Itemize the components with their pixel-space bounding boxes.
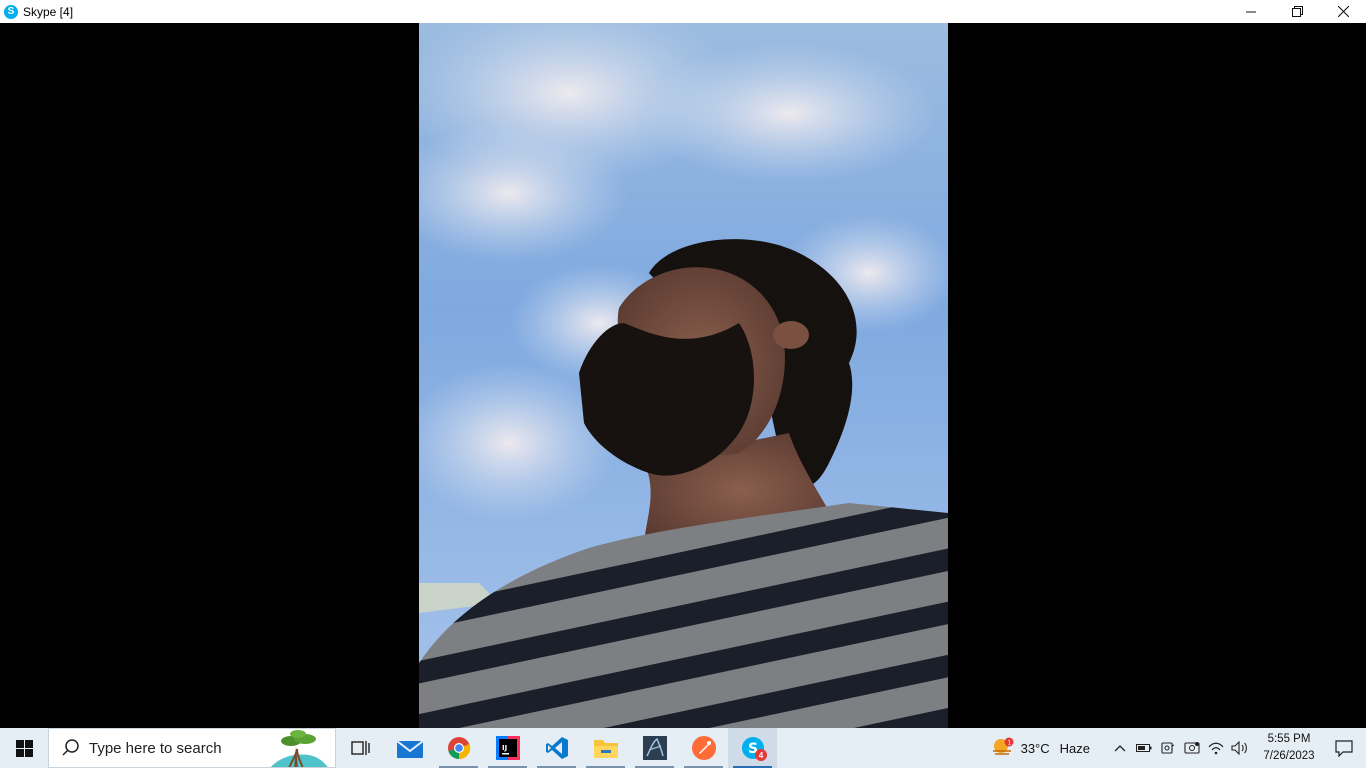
meet-now-icon [1184, 742, 1200, 754]
battery-tray-button[interactable] [1132, 728, 1156, 768]
task-view-icon [350, 741, 370, 755]
close-icon [1337, 6, 1349, 17]
title-bar: S Skype [4] [0, 0, 1366, 23]
minimize-button[interactable] [1228, 0, 1274, 23]
speaker-icon [1231, 741, 1247, 755]
clock-time: 5:55 PM [1267, 733, 1311, 745]
skype-app-button[interactable]: S 4 [728, 728, 777, 768]
database-icon [642, 736, 667, 760]
taskbar-clock[interactable]: 5:55 PM 7/26/2023 [1256, 731, 1322, 765]
image-viewer [0, 23, 1366, 728]
task-view-button[interactable] [336, 728, 385, 768]
show-hidden-icons-button[interactable] [1108, 728, 1132, 768]
wifi-tray-button[interactable] [1204, 728, 1228, 768]
intellij-app-button[interactable]: IJ [483, 728, 532, 768]
taskbar: Type here to search IJ S 4 1 33°C Haze 5… [0, 728, 1366, 768]
search-box[interactable]: Type here to search [48, 728, 336, 768]
windows-logo-icon [15, 739, 33, 757]
mail-icon [396, 740, 423, 758]
skype-logo-icon: S [4, 4, 18, 19]
chrome-app-button[interactable] [434, 728, 483, 768]
file-explorer-button[interactable] [581, 728, 630, 768]
meet-now-tray-button[interactable] [1180, 728, 1204, 768]
notification-center-button[interactable] [1322, 728, 1366, 768]
notification-icon [1335, 739, 1353, 757]
weather-temperature: 33°C [1020, 740, 1050, 756]
battery-icon [1136, 744, 1152, 752]
minimize-icon [1246, 11, 1256, 12]
skype-notification-badge: 4 [755, 749, 767, 761]
weather-haze-icon: 1 [992, 737, 1014, 755]
photo-image [419, 23, 948, 728]
volume-tray-button[interactable] [1228, 728, 1252, 768]
system-tray: 1 33°C Haze 5:55 PM 7/26/2023 [991, 728, 1366, 768]
window-controls [1228, 0, 1366, 23]
shared-photo[interactable] [419, 23, 948, 728]
intellij-icon: IJ [495, 736, 520, 760]
camera-tray-button[interactable] [1156, 728, 1180, 768]
mail-app-button[interactable] [385, 728, 434, 768]
clock-date: 7/26/2023 [1263, 750, 1315, 762]
weather-widget[interactable]: 1 33°C Haze [991, 737, 1090, 759]
start-button[interactable] [0, 728, 48, 768]
sql-server-app-button[interactable] [630, 728, 679, 768]
restore-icon [1291, 6, 1303, 17]
postman-app-button[interactable] [679, 728, 728, 768]
vscode-app-button[interactable] [532, 728, 581, 768]
close-button[interactable] [1320, 0, 1366, 23]
restore-button[interactable] [1274, 0, 1320, 23]
folder-icon [593, 740, 618, 758]
chevron-up-icon [1114, 745, 1126, 752]
window-title: Skype [4] [23, 4, 74, 19]
postman-icon [691, 736, 716, 760]
search-highlight-tree-icon [270, 730, 328, 767]
weather-condition: Haze [1059, 740, 1090, 756]
search-icon [62, 739, 79, 756]
vscode-icon [545, 737, 568, 759]
svg-text:IJ: IJ [502, 744, 507, 752]
camera-icon [1161, 742, 1175, 754]
chrome-icon [447, 737, 470, 760]
wifi-icon [1208, 742, 1224, 755]
svg-text:1: 1 [1007, 740, 1011, 747]
search-placeholder: Type here to search [89, 739, 222, 757]
